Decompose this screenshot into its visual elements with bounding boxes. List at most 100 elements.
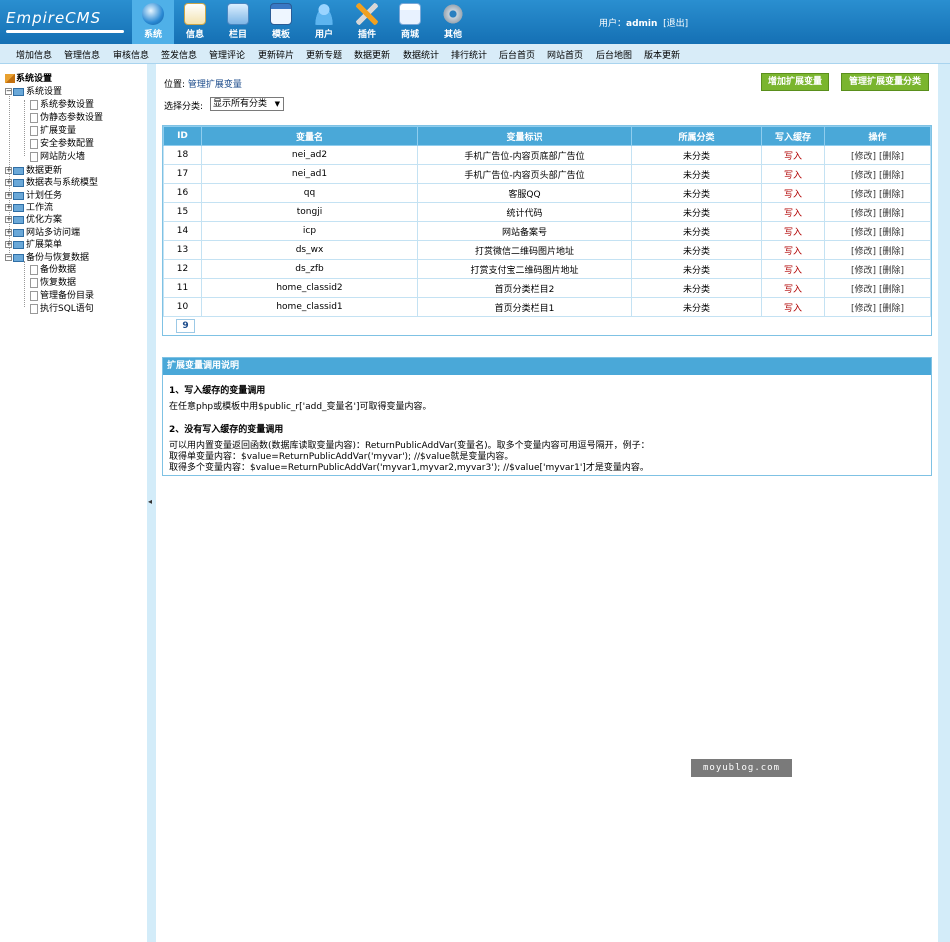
add-extended-var-button[interactable]: 增加扩展变量 (761, 73, 829, 91)
sidebar-item-pseudo-static[interactable]: 伪静态参数设置 (30, 110, 103, 123)
sidebar-item-extended-vars[interactable]: 扩展变量 (30, 123, 76, 136)
sidebar-item-optimization[interactable]: + 优化方案 (5, 212, 62, 225)
nav-info[interactable]: 信息 (174, 0, 216, 44)
expand-icon: + (5, 178, 12, 186)
folder-icon (227, 3, 249, 25)
collapse-arrow-icon[interactable]: ◂ (148, 497, 152, 506)
expand-icon: + (5, 228, 12, 236)
tree-line (24, 100, 25, 156)
col-id: ID (163, 126, 202, 146)
subnav-rank-stats[interactable]: 排行统计 (451, 48, 487, 61)
sidebar-item-backup-dir[interactable]: 管理备份目录 (30, 288, 94, 301)
sidebar-item-data-tables[interactable]: + 数据表与系统模型 (5, 175, 98, 188)
cache-status: 写入 (761, 240, 825, 260)
expand-icon: + (5, 215, 12, 223)
page-icon (30, 125, 38, 136)
pagination-count[interactable]: 9 (176, 319, 195, 333)
subnav-version-update[interactable]: 版本更新 (644, 48, 680, 61)
subnav-data-update[interactable]: 数据更新 (354, 48, 390, 61)
subnav-manage-info[interactable]: 管理信息 (64, 48, 100, 61)
edit-link[interactable]: [修改] (851, 304, 876, 314)
logout-link[interactable]: [退出] (663, 19, 688, 29)
cache-status: 写入 (761, 297, 825, 317)
nav-column[interactable]: 栏目 (217, 0, 259, 44)
subnav-admin-map[interactable]: 后台地图 (596, 48, 632, 61)
cache-status: 写入 (761, 183, 825, 203)
sidebar-item-backup-data[interactable]: 备份数据 (30, 262, 76, 275)
subnav-site-home[interactable]: 网站首页 (547, 48, 583, 61)
edit-link[interactable]: [修改] (851, 190, 876, 200)
subnav-add-info[interactable]: 增加信息 (16, 48, 52, 61)
delete-link[interactable]: [删除] (879, 190, 904, 200)
category-select[interactable]: 显示所有分类 ▼ (210, 97, 284, 111)
page-icon (30, 112, 38, 123)
help-heading-1: 1、写入缓存的变量调用 (169, 386, 266, 396)
breadcrumb-link[interactable]: 管理扩展变量 (188, 80, 242, 90)
breadcrumb: 位置: 管理扩展变量 (164, 80, 242, 90)
sidebar-item-exec-sql[interactable]: 执行SQL语句 (30, 301, 94, 314)
cache-status: 写入 (761, 221, 825, 241)
edit-link[interactable]: [修改] (851, 285, 876, 295)
tools-icon (356, 3, 378, 25)
expand-icon: + (5, 203, 12, 211)
delete-link[interactable]: [删除] (879, 304, 904, 314)
sidebar-item-security[interactable]: 安全参数配置 (30, 136, 94, 149)
edit-link[interactable]: [修改] (851, 228, 876, 238)
delete-link[interactable]: [删除] (879, 247, 904, 257)
sidebar-item-system-settings[interactable]: − 系统设置 (5, 84, 62, 97)
subnav-sign-info[interactable]: 签发信息 (161, 48, 197, 61)
folder-icon (13, 178, 24, 187)
table-row: 15 tongji 统计代码 未分类 写入 [修改] [删除] (163, 202, 931, 222)
sidebar-item-system-params[interactable]: 系统参数设置 (30, 97, 94, 110)
table-row: 14 icp 网站备案号 未分类 写入 [修改] [删除] (163, 221, 931, 241)
delete-link[interactable]: [删除] (879, 152, 904, 162)
nav-shop[interactable]: 商城 (389, 0, 431, 44)
subnav-update-topics[interactable]: 更新专题 (306, 48, 342, 61)
chevron-down-icon: ▼ (274, 100, 280, 108)
page-icon (30, 303, 38, 314)
subnav-review-info[interactable]: 审核信息 (113, 48, 149, 61)
edit-link[interactable]: [修改] (851, 247, 876, 257)
top-bar: EmpireCMS 系统 信息 栏目 模板 用户 插件 商城 其他 用户：adm… (0, 0, 950, 44)
page-icon (30, 99, 38, 110)
notepad-icon (184, 3, 206, 25)
subnav-manage-comments[interactable]: 管理评论 (209, 48, 245, 61)
sidebar-item-firewall[interactable]: 网站防火墙 (30, 149, 85, 162)
delete-link[interactable]: [删除] (879, 285, 904, 295)
nav-system[interactable]: 系统 (132, 0, 174, 44)
folder-icon (13, 203, 24, 212)
delete-link[interactable]: [删除] (879, 209, 904, 219)
sidebar-item-restore-data[interactable]: 恢复数据 (30, 275, 76, 288)
subnav-admin-home[interactable]: 后台首页 (499, 48, 535, 61)
nav-other[interactable]: 其他 (432, 0, 474, 44)
delete-link[interactable]: [删除] (879, 228, 904, 238)
edit-link[interactable]: [修改] (851, 152, 876, 162)
folder-icon (13, 166, 24, 175)
subnav-update-fragments[interactable]: 更新碎片 (258, 48, 294, 61)
nav-template[interactable]: 模板 (260, 0, 302, 44)
edit-link[interactable]: [修改] (851, 266, 876, 276)
table-row: 12 ds_zfb 打赏支付宝二维码图片地址 未分类 写入 [修改] [删除] (163, 259, 931, 279)
cache-status: 写入 (761, 145, 825, 165)
gear-icon (442, 3, 464, 25)
delete-link[interactable]: [删除] (879, 266, 904, 276)
nav-user[interactable]: 用户 (303, 0, 345, 44)
expand-icon: + (5, 166, 12, 174)
nav-plugin[interactable]: 插件 (346, 0, 388, 44)
sidebar-item-ext-menu[interactable]: + 扩展菜单 (5, 237, 62, 250)
table-row: 10 home_classid1 首页分类栏目1 未分类 写入 [修改] [删除… (163, 297, 931, 317)
delete-link[interactable]: [删除] (879, 171, 904, 181)
subnav-data-stats[interactable]: 数据统计 (403, 48, 439, 61)
shop-icon (399, 3, 421, 25)
sub-nav: 增加信息 管理信息 审核信息 签发信息 管理评论 更新碎片 更新专题 数据更新 … (0, 44, 950, 64)
table-row: 16 qq 客服QQ 未分类 写入 [修改] [删除] (163, 183, 931, 203)
page-icon (30, 277, 38, 288)
edit-link[interactable]: [修改] (851, 171, 876, 181)
cache-status: 写入 (761, 202, 825, 222)
manage-var-category-button[interactable]: 管理扩展变量分类 (841, 73, 929, 91)
page-icon (30, 264, 38, 275)
help-heading-2: 2、没有写入缓存的变量调用 (169, 425, 284, 435)
edit-link[interactable]: [修改] (851, 209, 876, 219)
cache-status: 写入 (761, 278, 825, 298)
page-icon (30, 151, 38, 162)
